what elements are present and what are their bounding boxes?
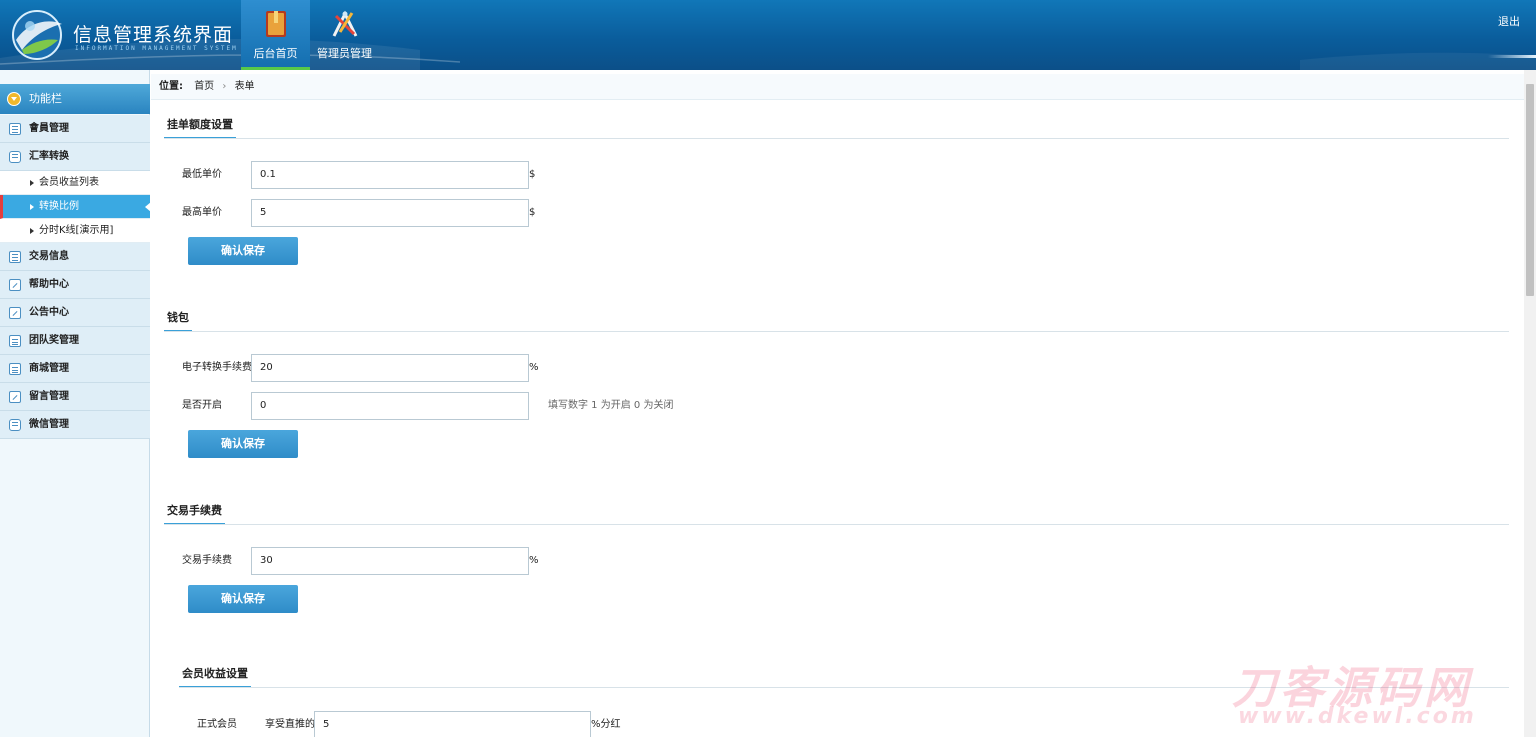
regular-member-label: 正式会员	[197, 719, 237, 730]
list-icon	[9, 123, 21, 135]
save-button-wallet[interactable]: 确认保存	[188, 430, 298, 458]
breadcrumb-prefix: 位置:	[159, 81, 183, 92]
calendar-icon	[9, 335, 21, 347]
sidebar-item-help-center[interactable]: 帮助中心	[0, 271, 150, 299]
breadcrumb-separator: ›	[222, 81, 227, 92]
dividend-unit: %分红	[591, 719, 621, 730]
edit-icon	[9, 391, 21, 403]
transfer-fee-unit: %	[529, 362, 539, 373]
chat-icon	[9, 151, 21, 163]
sidebar-item-label: 团队奖管理	[29, 335, 79, 346]
section-divider	[164, 524, 1509, 525]
sidebar-subitem-conversion-ratio[interactable]: 转换比例	[0, 195, 151, 219]
enabled-label: 是否开启	[182, 400, 222, 411]
section-divider	[179, 687, 1509, 688]
trade-fee-input[interactable]: 30	[251, 547, 529, 575]
breadcrumb-home[interactable]: 首页	[194, 81, 214, 92]
book-icon	[265, 11, 286, 37]
sidebar-subitem-label: 分时K线[演示用]	[39, 225, 114, 236]
edit-icon	[9, 307, 21, 319]
edit-icon	[9, 279, 21, 291]
sidebar: 功能栏 會員管理 汇率转换 会员收益列表 转换比例 分时K线[演示用] 交易信息…	[0, 70, 151, 737]
sidebar-subitem-label: 转换比例	[39, 201, 79, 212]
sidebar-subitem-label: 会员收益列表	[39, 177, 99, 188]
logout-link[interactable]: 退出	[1498, 13, 1520, 29]
section-divider	[164, 331, 1509, 332]
section-title-member-earnings: 会员收益设置	[179, 666, 251, 688]
caret-right-icon	[30, 180, 34, 186]
tab-home-label: 后台首页	[253, 47, 298, 60]
sidebar-subitem-kline[interactable]: 分时K线[演示用]	[0, 219, 150, 243]
chevron-down-icon	[7, 92, 21, 106]
transfer-fee-input[interactable]: 20	[251, 354, 529, 382]
breadcrumb: 位置: 首页 › 表单	[151, 74, 1524, 100]
save-button-order-limit[interactable]: 确认保存	[188, 237, 298, 265]
dividend-input[interactable]: 5	[314, 711, 591, 737]
sidebar-item-label: 微信管理	[29, 419, 69, 430]
sidebar-item-exchange-rate[interactable]: 汇率转换	[0, 143, 150, 171]
caret-right-icon	[30, 204, 34, 210]
sidebar-heading[interactable]: 功能栏	[0, 84, 150, 114]
min-price-unit: $	[529, 169, 536, 180]
tab-admin[interactable]: 管理员管理	[310, 0, 379, 70]
sidebar-item-label: 商城管理	[29, 363, 69, 374]
save-button-trade-fee[interactable]: 确认保存	[188, 585, 298, 613]
sidebar-item-announcements[interactable]: 公告中心	[0, 299, 150, 327]
sidebar-item-label: 帮助中心	[29, 279, 69, 290]
max-price-unit: $	[529, 207, 536, 218]
tab-home[interactable]: 后台首页	[241, 0, 310, 70]
breadcrumb-current: 表单	[234, 81, 255, 92]
top-header: 信息管理系统界面 INFORMATION MANAGEMENT SYSTEM G…	[0, 0, 1536, 70]
scrollbar-thumb[interactable]	[1526, 84, 1534, 296]
list-icon	[9, 251, 21, 263]
sidebar-item-shop[interactable]: 商城管理	[0, 355, 150, 383]
tab-admin-label: 管理员管理	[317, 47, 372, 60]
max-price-input[interactable]: 5	[251, 199, 529, 227]
sidebar-item-members[interactable]: 會員管理	[0, 115, 150, 143]
globe-logo-icon	[12, 10, 62, 60]
sidebar-item-wechat[interactable]: 微信管理	[0, 411, 150, 439]
sidebar-item-label: 交易信息	[29, 251, 69, 262]
trade-fee-label: 交易手续费	[182, 555, 232, 566]
vertical-scrollbar[interactable]	[1524, 70, 1536, 737]
min-price-input[interactable]: 0.1	[251, 161, 529, 189]
chat-icon	[9, 419, 21, 431]
sidebar-item-messages[interactable]: 留言管理	[0, 383, 150, 411]
calendar-icon	[9, 363, 21, 375]
enabled-hint: 填写数字 1 为开启 0 为关闭	[548, 400, 674, 411]
header-highlight-line	[1488, 55, 1536, 58]
trade-fee-unit: %	[529, 555, 539, 566]
sidebar-item-trade-info[interactable]: 交易信息	[0, 243, 150, 271]
section-title-trade-fee: 交易手续费	[164, 503, 225, 525]
enabled-input[interactable]: 0	[251, 392, 529, 420]
app-title: 信息管理系统界面	[73, 24, 234, 46]
direct-referral-label: 享受直推的	[265, 719, 315, 730]
max-price-label: 最高单价	[182, 207, 222, 218]
section-title-order-limit: 挂单额度设置	[164, 117, 236, 139]
tools-icon	[332, 10, 357, 37]
section-divider	[164, 138, 1509, 139]
transfer-fee-label: 电子转换手续费	[182, 362, 252, 373]
sidebar-subitem-member-earnings[interactable]: 会员收益列表	[0, 171, 150, 195]
sidebar-item-label: 會員管理	[29, 123, 69, 134]
app-subtitle: INFORMATION MANAGEMENT SYSTEM GUI	[75, 45, 261, 52]
sidebar-item-label: 汇率转换	[29, 151, 69, 162]
section-title-wallet: 钱包	[164, 310, 192, 332]
sidebar-item-team-bonus[interactable]: 团队奖管理	[0, 327, 150, 355]
sidebar-item-label: 留言管理	[29, 391, 69, 402]
sidebar-heading-label: 功能栏	[29, 92, 62, 105]
main-content: 位置: 首页 › 表单 挂单额度设置 最低单价 0.1 $ 最高单价 5 $ 确…	[151, 70, 1524, 737]
min-price-label: 最低单价	[182, 169, 222, 180]
caret-right-icon	[30, 228, 34, 234]
sidebar-item-label: 公告中心	[29, 307, 69, 318]
